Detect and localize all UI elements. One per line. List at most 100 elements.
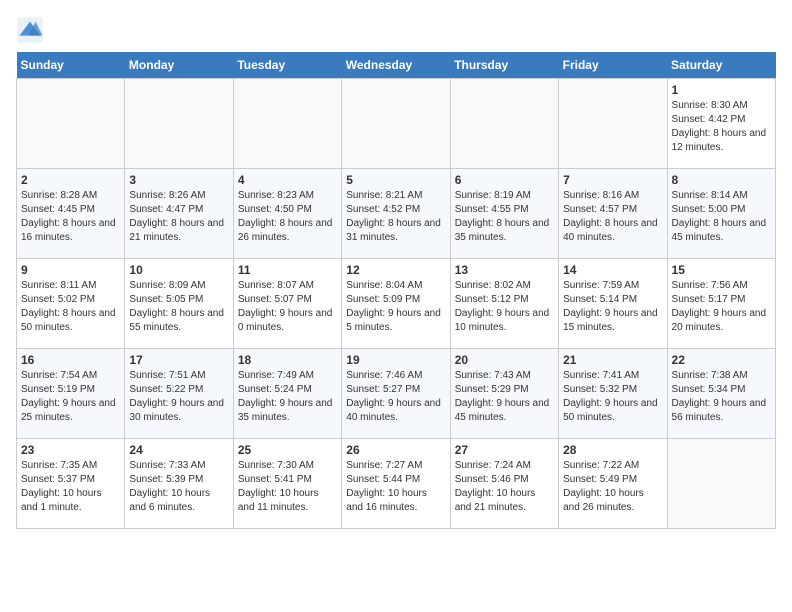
day-number: 26 (346, 443, 445, 457)
calendar-cell: 6 Sunrise: 8:19 AM Sunset: 4:55 PM Daylig… (450, 169, 558, 259)
day-info: Sunrise: 7:59 AM Sunset: 5:14 PM Dayligh… (563, 279, 662, 335)
day-number: 11 (238, 263, 337, 277)
day-info: Sunrise: 7:22 AM Sunset: 5:49 PM Dayligh… (563, 459, 662, 515)
weekday-header: Wednesday (342, 52, 450, 79)
day-number: 10 (129, 263, 228, 277)
day-info: Sunrise: 7:54 AM Sunset: 5:19 PM Dayligh… (21, 369, 120, 425)
day-info: Sunrise: 7:38 AM Sunset: 5:34 PM Dayligh… (672, 369, 771, 425)
day-info: Sunrise: 7:46 AM Sunset: 5:27 PM Dayligh… (346, 369, 445, 425)
day-info: Sunrise: 8:16 AM Sunset: 4:57 PM Dayligh… (563, 189, 662, 245)
day-info: Sunrise: 7:56 AM Sunset: 5:17 PM Dayligh… (672, 279, 771, 335)
weekday-header: Saturday (667, 52, 775, 79)
day-info: Sunrise: 8:28 AM Sunset: 4:45 PM Dayligh… (21, 189, 120, 245)
calendar-cell: 28Sunrise: 7:22 AM Sunset: 5:49 PM Dayli… (559, 439, 667, 529)
day-number: 4 (238, 173, 337, 187)
day-info: Sunrise: 8:11 AM Sunset: 5:02 PM Dayligh… (21, 279, 120, 335)
day-number: 3 (129, 173, 228, 187)
day-info: Sunrise: 7:35 AM Sunset: 5:37 PM Dayligh… (21, 459, 120, 515)
day-info: Sunrise: 8:02 AM Sunset: 5:12 PM Dayligh… (455, 279, 554, 335)
day-number: 23 (21, 443, 120, 457)
day-number: 1 (672, 83, 771, 97)
calendar-cell (450, 79, 558, 169)
calendar-cell (342, 79, 450, 169)
calendar-cell: 4 Sunrise: 8:23 AM Sunset: 4:50 PM Daylig… (233, 169, 341, 259)
calendar-cell: 5Sunrise: 8:21 AM Sunset: 4:52 PM Daylig… (342, 169, 450, 259)
weekday-header: Monday (125, 52, 233, 79)
day-info: Sunrise: 7:41 AM Sunset: 5:32 PM Dayligh… (563, 369, 662, 425)
day-number: 27 (455, 443, 554, 457)
calendar-cell (125, 79, 233, 169)
calendar-cell: 9 Sunrise: 8:11 AM Sunset: 5:02 PM Daylig… (17, 259, 125, 349)
calendar-week-row: 9 Sunrise: 8:11 AM Sunset: 5:02 PM Daylig… (17, 259, 776, 349)
weekday-header-row: SundayMondayTuesdayWednesdayThursdayFrid… (17, 52, 776, 79)
day-info: Sunrise: 7:49 AM Sunset: 5:24 PM Dayligh… (238, 369, 337, 425)
day-number: 18 (238, 353, 337, 367)
calendar-cell: 13 Sunrise: 8:02 AM Sunset: 5:12 PM Dayli… (450, 259, 558, 349)
day-number: 17 (129, 353, 228, 367)
logo-icon (16, 16, 44, 44)
calendar-cell: 17 Sunrise: 7:51 AM Sunset: 5:22 PM Dayli… (125, 349, 233, 439)
calendar-cell: 3 Sunrise: 8:26 AM Sunset: 4:47 PM Daylig… (125, 169, 233, 259)
day-number: 15 (672, 263, 771, 277)
calendar-cell: 20 Sunrise: 7:43 AM Sunset: 5:29 PM Dayli… (450, 349, 558, 439)
calendar-cell: 10 Sunrise: 8:09 AM Sunset: 5:05 PM Dayli… (125, 259, 233, 349)
day-number: 7 (563, 173, 662, 187)
day-number: 8 (672, 173, 771, 187)
day-info: Sunrise: 8:04 AM Sunset: 5:09 PM Dayligh… (346, 279, 445, 335)
calendar-cell (233, 79, 341, 169)
weekday-header: Sunday (17, 52, 125, 79)
day-info: Sunrise: 8:26 AM Sunset: 4:47 PM Dayligh… (129, 189, 228, 245)
calendar-cell (667, 439, 775, 529)
calendar-cell: 23 Sunrise: 7:35 AM Sunset: 5:37 PM Dayli… (17, 439, 125, 529)
day-info: Sunrise: 7:51 AM Sunset: 5:22 PM Dayligh… (129, 369, 228, 425)
day-number: 6 (455, 173, 554, 187)
day-number: 25 (238, 443, 337, 457)
weekday-header: Thursday (450, 52, 558, 79)
day-info: Sunrise: 7:43 AM Sunset: 5:29 PM Dayligh… (455, 369, 554, 425)
day-info: Sunrise: 8:07 AM Sunset: 5:07 PM Dayligh… (238, 279, 337, 335)
day-info: Sunrise: 8:23 AM Sunset: 4:50 PM Dayligh… (238, 189, 337, 245)
calendar-cell (559, 79, 667, 169)
day-info: Sunrise: 7:24 AM Sunset: 5:46 PM Dayligh… (455, 459, 554, 515)
calendar-cell: 18 Sunrise: 7:49 AM Sunset: 5:24 PM Dayli… (233, 349, 341, 439)
day-number: 14 (563, 263, 662, 277)
day-number: 5 (346, 173, 445, 187)
day-info: Sunrise: 8:19 AM Sunset: 4:55 PM Dayligh… (455, 189, 554, 245)
calendar-cell: 14 Sunrise: 7:59 AM Sunset: 5:14 PM Dayli… (559, 259, 667, 349)
calendar-cell: 16 Sunrise: 7:54 AM Sunset: 5:19 PM Dayli… (17, 349, 125, 439)
day-number: 22 (672, 353, 771, 367)
calendar-cell: 24 Sunrise: 7:33 AM Sunset: 5:39 PM Dayli… (125, 439, 233, 529)
day-number: 16 (21, 353, 120, 367)
day-info: Sunrise: 7:33 AM Sunset: 5:39 PM Dayligh… (129, 459, 228, 515)
calendar-week-row: 16 Sunrise: 7:54 AM Sunset: 5:19 PM Dayli… (17, 349, 776, 439)
calendar-cell: 26Sunrise: 7:27 AM Sunset: 5:44 PM Dayli… (342, 439, 450, 529)
calendar-cell (17, 79, 125, 169)
day-number: 24 (129, 443, 228, 457)
calendar-table: SundayMondayTuesdayWednesdayThursdayFrid… (16, 52, 776, 529)
calendar-cell: 8 Sunrise: 8:14 AM Sunset: 5:00 PM Daylig… (667, 169, 775, 259)
calendar-cell: 2Sunrise: 8:28 AM Sunset: 4:45 PM Daylig… (17, 169, 125, 259)
calendar-cell: 27 Sunrise: 7:24 AM Sunset: 5:46 PM Dayli… (450, 439, 558, 529)
day-number: 9 (21, 263, 120, 277)
calendar-cell: 11 Sunrise: 8:07 AM Sunset: 5:07 PM Dayli… (233, 259, 341, 349)
day-info: Sunrise: 8:14 AM Sunset: 5:00 PM Dayligh… (672, 189, 771, 245)
day-info: Sunrise: 8:09 AM Sunset: 5:05 PM Dayligh… (129, 279, 228, 335)
calendar-week-row: 1 Sunrise: 8:30 AM Sunset: 4:42 PM Daylig… (17, 79, 776, 169)
day-number: 19 (346, 353, 445, 367)
weekday-header: Friday (559, 52, 667, 79)
page-header (16, 16, 776, 44)
calendar-cell: 12 Sunrise: 8:04 AM Sunset: 5:09 PM Dayli… (342, 259, 450, 349)
calendar-cell: 22 Sunrise: 7:38 AM Sunset: 5:34 PM Dayli… (667, 349, 775, 439)
calendar-cell: 25Sunrise: 7:30 AM Sunset: 5:41 PM Dayli… (233, 439, 341, 529)
calendar-cell: 19 Sunrise: 7:46 AM Sunset: 5:27 PM Dayli… (342, 349, 450, 439)
day-number: 21 (563, 353, 662, 367)
day-info: Sunrise: 8:30 AM Sunset: 4:42 PM Dayligh… (672, 99, 771, 155)
day-number: 13 (455, 263, 554, 277)
calendar-week-row: 23 Sunrise: 7:35 AM Sunset: 5:37 PM Dayli… (17, 439, 776, 529)
day-number: 20 (455, 353, 554, 367)
calendar-cell: 21 Sunrise: 7:41 AM Sunset: 5:32 PM Dayli… (559, 349, 667, 439)
calendar-cell: 1 Sunrise: 8:30 AM Sunset: 4:42 PM Daylig… (667, 79, 775, 169)
weekday-header: Tuesday (233, 52, 341, 79)
day-number: 12 (346, 263, 445, 277)
calendar-week-row: 2Sunrise: 8:28 AM Sunset: 4:45 PM Daylig… (17, 169, 776, 259)
